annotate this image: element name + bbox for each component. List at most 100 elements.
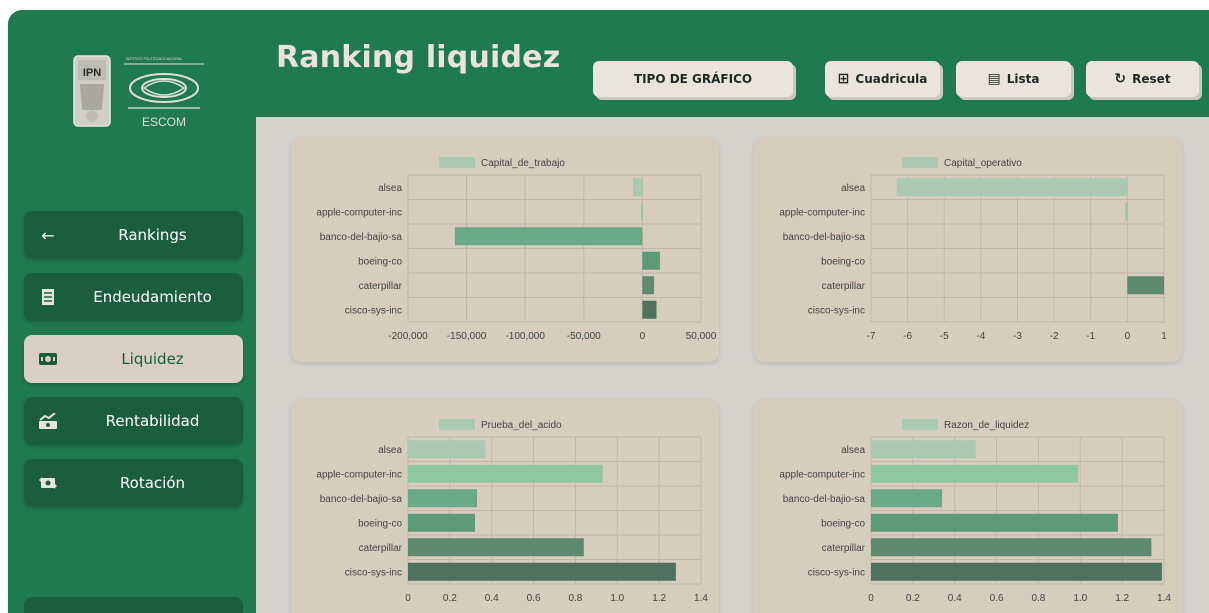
category-label: alsea [841, 183, 865, 194]
bar [633, 178, 643, 197]
chart-card-prueba-del-acido: Prueba_del_acido alsea apple-computer-inc b… [291, 399, 719, 613]
bar [641, 202, 643, 221]
bar [642, 276, 655, 295]
bar [408, 464, 603, 483]
category-label: cisco-sys-inc [808, 305, 865, 316]
category-label: cisco-sys-inc [345, 305, 402, 316]
svg-text:INSTITUTO POLITÉCNICO NACIONAL: INSTITUTO POLITÉCNICO NACIONAL [126, 56, 183, 61]
sidebar-item-label: Liquidez [121, 350, 184, 368]
x-tick-label: 0.4 [485, 593, 499, 604]
top-strip [0, 0, 1209, 10]
list-view-button[interactable]: ▤ Lista [956, 61, 1071, 97]
bar [871, 513, 1118, 532]
category-label: apple-computer-inc [316, 207, 402, 218]
grid-view-label: Cuadricula [855, 72, 928, 86]
sidebar-item-endeudamiento[interactable]: Endeudamiento [24, 273, 243, 321]
x-tick-label: 0.8 [1031, 593, 1045, 604]
x-tick-label: 0.4 [948, 593, 962, 604]
x-tick-label: -2 [1050, 331, 1059, 342]
category-label: caterpillar [822, 543, 866, 554]
arrow-left-icon: ← [41, 225, 55, 245]
reset-icon: ↻ [1114, 71, 1127, 87]
x-tick-label: 0 [640, 331, 646, 342]
chart-prueba-del-acido: Prueba_del_acidoalsea apple-computer-inc b… [316, 419, 708, 604]
legend-swatch [439, 419, 475, 430]
x-tick-label: 50,000 [686, 331, 717, 342]
x-tick-label: 0.8 [568, 593, 582, 604]
page-title: Ranking liquidez [276, 40, 561, 75]
sidebar-item-liquidez[interactable]: Liquidez [24, 335, 243, 383]
grid-icon: ⊞ [837, 71, 850, 87]
chart-capital-de-trabajo: Capital_de_trabajoalsea apple-computer-in… [316, 157, 717, 342]
sidebar-item-rankings[interactable]: ← Rankings [24, 211, 243, 259]
x-tick-label: 1.2 [1115, 593, 1129, 604]
category-label: boeing-co [821, 518, 865, 529]
category-label: boeing-co [821, 256, 865, 267]
x-tick-label: 0.6 [990, 593, 1004, 604]
ipn-shield-icon: IPN [73, 55, 111, 127]
bar [1125, 202, 1128, 221]
bar [408, 538, 584, 557]
category-label: boeing-co [358, 256, 402, 267]
legend-swatch [902, 419, 938, 430]
x-tick-label: 0 [1125, 331, 1131, 342]
legend-label: Razon_de_liquidez [944, 420, 1029, 431]
x-tick-label: -50,000 [567, 331, 601, 342]
category-label: banco-del-bajio-sa [783, 232, 866, 243]
x-tick-label: 1.4 [1157, 593, 1171, 604]
sidebar-item-label: Rentabilidad [105, 412, 200, 430]
bar [642, 300, 657, 319]
logo: IPN ESCOM INSTITUTO POLITÉCNICO NACIONAL [66, 50, 216, 150]
exchange-icon [38, 473, 58, 493]
bar [408, 440, 486, 459]
growth-icon [38, 411, 58, 431]
x-tick-label: 0.2 [443, 593, 457, 604]
category-label: banco-del-bajio-sa [783, 494, 866, 505]
bar [871, 538, 1152, 557]
x-tick-label: 1 [1161, 331, 1167, 342]
bar [871, 562, 1162, 581]
x-tick-label: -6 [903, 331, 912, 342]
escom-emblem-icon: ESCOM [124, 63, 204, 129]
category-label: cisco-sys-inc [808, 567, 865, 578]
list-view-label: Lista [1006, 72, 1040, 86]
category-label: apple-computer-inc [779, 469, 865, 480]
chart-grid: Capital_de_trabajoalsea apple-computer-in… [256, 117, 1209, 613]
category-label: alsea [841, 445, 865, 456]
x-tick-label: 0 [868, 593, 874, 604]
sidebar-item-rentabilidad[interactable]: Rentabilidad [24, 397, 243, 445]
category-label: caterpillar [822, 281, 866, 292]
chart-type-button[interactable]: TIPO DE GRÁFICO [593, 61, 793, 97]
sidebar-item-rotacion[interactable]: Rotación [24, 459, 243, 507]
category-label: caterpillar [359, 543, 403, 554]
category-label: banco-del-bajio-sa [320, 232, 403, 243]
legend-label: Prueba_del_acido [481, 420, 562, 431]
x-tick-label: -5 [940, 331, 949, 342]
cash-icon [38, 349, 58, 369]
category-label: cisco-sys-inc [345, 567, 402, 578]
x-tick-label: -7 [867, 331, 876, 342]
x-tick-label: -4 [976, 331, 985, 342]
chart-card-capital-operativo: Capital_operativo alsea apple-computer-inc… [754, 137, 1182, 362]
sidebar-item-label: Endeudamiento [93, 288, 212, 306]
sidebar-bottom-item[interactable] [24, 597, 243, 613]
bar [408, 562, 676, 581]
legend-label: Capital_de_trabajo [481, 158, 565, 169]
app-window: IPN ESCOM INSTITUTO POLITÉCNICO NACIONAL… [8, 10, 1209, 613]
reset-label: Reset [1132, 72, 1171, 86]
category-label: apple-computer-inc [779, 207, 865, 218]
category-label: alsea [378, 183, 402, 194]
reset-button[interactable]: ↻ Reset [1086, 61, 1199, 97]
x-tick-label: 0.2 [906, 593, 920, 604]
svg-text:IPN: IPN [83, 67, 101, 79]
grid-view-button[interactable]: ⊞ Cuadricula [825, 61, 940, 97]
bar [871, 440, 976, 459]
bar [896, 178, 1128, 197]
category-label: alsea [378, 445, 402, 456]
x-tick-label: 1.0 [1073, 593, 1087, 604]
x-tick-label: -100,000 [505, 331, 545, 342]
bar [871, 489, 943, 508]
chart-razon-de-liquidez: Razon_de_liquidezalsea apple-computer-inc… [779, 419, 1171, 604]
x-tick-label: 1.2 [652, 593, 666, 604]
list-icon: ▤ [987, 71, 1001, 87]
